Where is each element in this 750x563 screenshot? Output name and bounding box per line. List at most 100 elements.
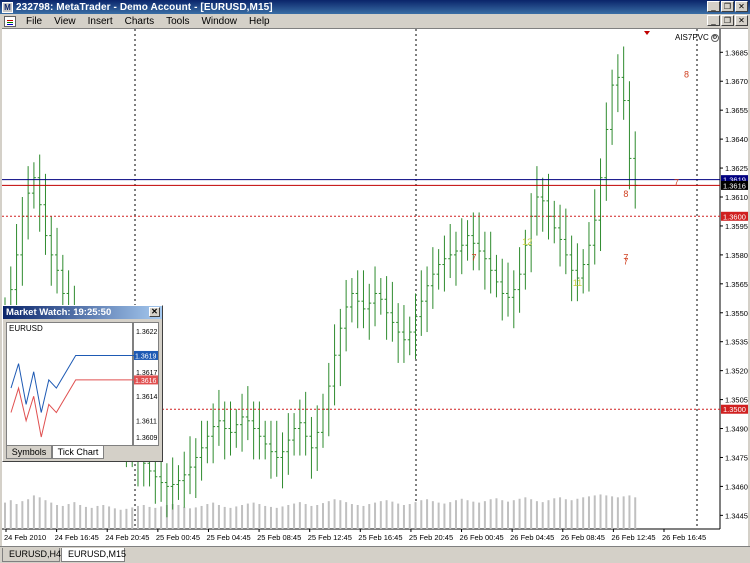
doc-minimize-button[interactable]: _ [707,15,720,26]
volume-bar [56,505,59,529]
menu-charts[interactable]: Charts [125,16,154,27]
wave-marker: 12 [522,237,532,247]
y-tick-label: 1.3670 [725,77,748,86]
window-controls: _ ❐ ✕ [707,1,748,12]
tick-y-label: 1.3609 [136,435,158,442]
volume-bar [32,495,35,529]
price-chart-canvas[interactable]: 1.3685 1.3670 1.3655 1.3640 1.3625 1.3610 1.35… [2,29,748,546]
y-tick-label: 1.3445 [725,511,748,520]
volume-bar [333,499,336,529]
wave-marker: 11 [573,278,582,288]
volume-bar [443,503,446,529]
menu-help[interactable]: Help [249,16,270,27]
metatrader-window: M 232798: MetaTrader - Demo Account - [E… [0,0,750,563]
volume-bar [616,497,619,529]
menu-tools[interactable]: Tools [166,16,189,27]
x-tick-label: 26 Feb 04:45 [510,533,554,542]
close-button[interactable]: ✕ [735,1,748,12]
indicator-name: AIS7PVC [675,33,709,42]
volume-bar [426,499,429,529]
menu-window[interactable]: Window [201,16,237,27]
volume-bar [206,504,209,529]
volume-bar [27,499,30,529]
doc-restore-button[interactable]: ❐ [721,15,734,26]
volume-bar [524,497,527,529]
menu-file[interactable]: File [26,16,42,27]
wave-marker: 7 [623,253,628,263]
y-tick-label: 1.3655 [725,106,748,115]
volume-bar [61,505,64,529]
volume-bar [437,502,440,529]
menu-view[interactable]: View [54,16,76,27]
volume-bar [454,500,457,529]
tick-ask-label: 1.3616 [135,378,157,385]
volume-bar [507,501,510,529]
volume-bar [200,505,203,529]
volume-bar [489,499,492,529]
y-tick-label: 1.3625 [725,164,748,173]
volume-bar [21,501,24,529]
tick-y-label: 1.3614 [136,394,158,401]
volume-bar [420,500,423,529]
x-tick-label: 26 Feb 08:45 [561,533,605,542]
chart-tabs: EURUSD,H4 EURUSD,M15 [0,546,750,563]
volume-bar [217,505,220,529]
tick-chart[interactable]: EURUSD 1.3622 1.3617 1.3614 1.3611 1.3609 1.3… [6,322,173,446]
x-tick-label: 25 Feb 04:45 [206,533,250,542]
volume-bar [397,503,400,529]
x-tick-label: 25 Feb 20:45 [409,533,453,542]
market-watch-close-button[interactable]: ✕ [149,307,160,317]
volume-bar [408,504,411,529]
volume-bar [229,507,232,529]
tab-symbols[interactable]: Symbols [6,446,52,459]
tick-chart-canvas: 1.36221.36171.36141.36111.36091.36191.36… [10,323,173,445]
y-tick-label: 1.3685 [725,48,748,57]
wave-marker: 8 [684,69,689,79]
volume-bar [634,497,637,529]
tab-eurusd-h4[interactable]: EURUSD,H4 [2,548,61,562]
volume-bar [518,498,521,529]
restore-button[interactable]: ❐ [721,1,734,12]
volume-bar [587,496,590,529]
tab-eurusd-m15[interactable]: EURUSD,M15 [61,548,126,562]
volume-bar [38,497,41,529]
ask-tick-line [10,379,173,438]
market-watch-title: Market Watch: 19:25:50 [6,307,112,318]
tick-y-label: 1.3611 [136,419,157,426]
indicator-label[interactable]: AIS7PVC ⚙ [675,33,719,42]
y-tick-label: 1.3550 [725,309,748,318]
title-bar[interactable]: M 232798: MetaTrader - Demo Account - [E… [0,0,750,14]
price-label: 1.3600 [723,212,746,221]
x-tick-label: 26 Feb 12:45 [611,533,655,542]
volume-bar [356,505,359,529]
chart-document-icon[interactable] [4,15,16,27]
volume-bar [460,498,463,529]
menu-insert[interactable]: Insert [88,16,113,27]
market-watch-window[interactable]: Market Watch: 19:25:50 ✕ EURUSD 1.3622 1.… [2,305,173,462]
y-tick-label: 1.3535 [725,338,748,347]
y-tick-label: 1.3610 [725,193,748,202]
x-tick-label: 24 Feb 16:45 [55,533,99,542]
price-label: 1.3616 [723,181,746,190]
current-price-arrow-icon [644,31,650,35]
volume-bar [235,506,238,529]
y-tick-label: 1.3595 [725,222,748,231]
market-watch-title-bar[interactable]: Market Watch: 19:25:50 ✕ [3,306,162,319]
volume-bar [252,502,255,529]
doc-close-button[interactable]: ✕ [735,15,748,26]
y-tick-label: 1.3580 [725,251,748,260]
volume-bar [622,496,625,529]
volume-bar [431,501,434,529]
price-label: 1.3500 [723,405,746,414]
y-tick-label: 1.3505 [725,396,748,405]
minimize-button[interactable]: _ [707,1,720,12]
volume-bar [327,501,330,529]
volume-bar [125,508,128,529]
tick-bid-label: 1.3619 [135,353,157,360]
tab-tick-chart[interactable]: Tick Chart [52,446,104,459]
price-chart[interactable]: 1.3685 1.3670 1.3655 1.3640 1.3625 1.3610 1.35… [2,28,748,546]
volume-bar [177,505,180,529]
indicator-settings-icon[interactable]: ⚙ [710,33,719,42]
x-tick-label: 25 Feb 12:45 [308,533,352,542]
volume-bar [287,505,290,529]
